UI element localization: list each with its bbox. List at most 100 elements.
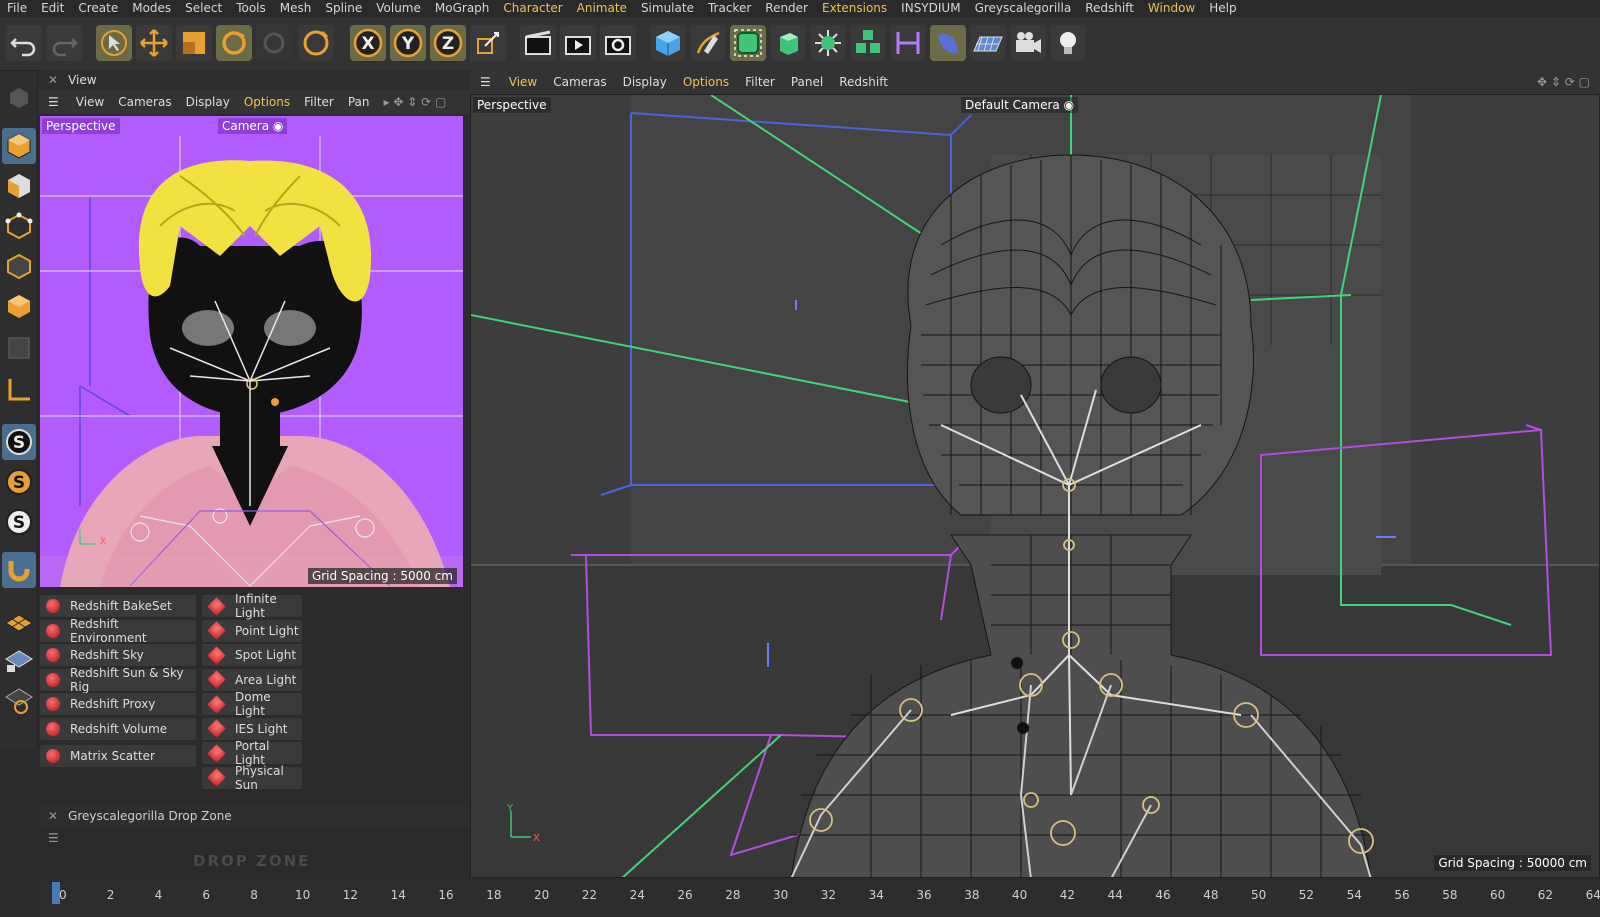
timeline-ruler[interactable]: 0 2 4 6 8 10 12 14 16 18 20 22 24 26 28 30 32 34 36 38 40 42 4… — [38, 880, 1600, 917]
menu-character[interactable]: Character — [496, 1, 569, 16]
menu-insydium[interactable]: INSYDIUM — [894, 1, 967, 16]
menu-create[interactable]: Create — [71, 1, 125, 16]
polygons-mode-button[interactable] — [2, 288, 36, 324]
object-redshift-proxy[interactable]: Redshift Proxy — [40, 693, 196, 715]
close-icon[interactable]: ✕ — [38, 809, 68, 823]
z-axis-button[interactable]: Z — [430, 25, 466, 61]
y-axis-button[interactable]: Y — [390, 25, 426, 61]
menu-window[interactable]: Window — [1141, 1, 1202, 16]
object-matrix-scatter[interactable]: Matrix Scatter — [40, 745, 196, 767]
small-view-menu-pan[interactable]: Pan — [341, 95, 377, 109]
small-view-menu-cameras[interactable]: Cameras — [111, 95, 178, 109]
close-icon[interactable]: ✕ — [38, 73, 68, 87]
axis-mode-button[interactable] — [2, 372, 36, 408]
light-physical-sun[interactable]: Physical Sun — [202, 764, 302, 792]
hamburger-icon[interactable]: ☰ — [48, 831, 59, 845]
locked-workplane-button[interactable] — [2, 642, 36, 678]
main-view-menu-cameras[interactable]: Cameras — [545, 75, 614, 89]
coordinate-system-button[interactable] — [298, 25, 334, 61]
light-button[interactable] — [1050, 25, 1086, 61]
workplane-button[interactable] — [2, 604, 36, 640]
recent-tools-button[interactable] — [256, 25, 292, 61]
menu-spline[interactable]: Spline — [318, 1, 369, 16]
light-area-light[interactable]: Area Light — [202, 668, 302, 691]
floor-button[interactable] — [970, 25, 1006, 61]
snap-settings-button[interactable]: S — [2, 464, 36, 500]
scale-button[interactable] — [176, 25, 212, 61]
dropzone-panel[interactable]: ☰ DROP ZONE — [38, 827, 470, 879]
world-coordinate-button[interactable] — [470, 25, 506, 61]
field-button[interactable] — [930, 25, 966, 61]
object-redshift-volume[interactable]: Redshift Volume — [40, 717, 196, 740]
move-button[interactable] — [136, 25, 172, 61]
magnet-button[interactable] — [2, 552, 36, 588]
menu-help[interactable]: Help — [1202, 1, 1243, 16]
main-view-menu-panel[interactable]: Panel — [783, 75, 831, 89]
menu-select[interactable]: Select — [178, 1, 229, 16]
hamburger-icon[interactable]: ☰ — [38, 95, 69, 109]
hamburger-icon[interactable]: ☰ — [470, 75, 501, 89]
cube-button[interactable] — [650, 25, 686, 61]
main-view-menu-redshift[interactable]: Redshift — [831, 75, 896, 89]
menu-extensions[interactable]: Extensions — [815, 1, 894, 16]
small-view-menu-view[interactable]: View — [69, 95, 111, 109]
planar-workplane-button[interactable] — [2, 682, 36, 718]
menu-render[interactable]: Render — [758, 1, 815, 16]
menu-tools[interactable]: Tools — [229, 1, 273, 16]
main-viewport[interactable]: X Y Perspective Default Camera ◉ Grid Sp… — [470, 94, 1600, 878]
pen-button[interactable] — [690, 25, 726, 61]
menu-modes[interactable]: Modes — [125, 1, 178, 16]
small-viewport-camera[interactable]: Camera ◉ — [218, 118, 288, 134]
light-portal-light[interactable]: Portal Light — [202, 739, 302, 767]
camera-button[interactable] — [1010, 25, 1046, 61]
points-mode-button[interactable] — [2, 208, 36, 244]
menu-edit[interactable]: Edit — [34, 1, 71, 16]
live-selection-button[interactable] — [96, 25, 132, 61]
edges-mode-button[interactable] — [2, 248, 36, 284]
cloner-button[interactable] — [810, 25, 846, 61]
deformer-button[interactable] — [890, 25, 926, 61]
main-viewport-camera[interactable]: Default Camera ◉ — [961, 97, 1079, 113]
light-dome-light[interactable]: Dome Light — [202, 690, 302, 718]
main-view-menu-filter[interactable]: Filter — [737, 75, 783, 89]
menu-redshift[interactable]: Redshift — [1078, 1, 1141, 16]
viewport-nav-icons[interactable]: ▸ ✥ ⇕ ⟳ ▢ — [377, 95, 454, 109]
menu-tracker[interactable]: Tracker — [701, 1, 758, 16]
object-redshift-bakeset[interactable]: Redshift BakeSet — [40, 595, 196, 617]
main-view-menu-options[interactable]: Options — [675, 75, 737, 89]
mograph-cloner-button[interactable] — [850, 25, 886, 61]
uv-mode-button[interactable] — [2, 330, 36, 366]
redo-button[interactable] — [46, 25, 82, 61]
menu-mograph[interactable]: MoGraph — [428, 1, 497, 16]
viewport-nav-icons[interactable]: ✥ ⇕ ⟳ ▢ — [1529, 75, 1600, 89]
quantize-button[interactable]: S — [2, 504, 36, 540]
menu-file[interactable]: File — [0, 1, 34, 16]
render-view-button[interactable] — [520, 25, 556, 61]
main-view-menu-display[interactable]: Display — [615, 75, 675, 89]
small-view-menu-filter[interactable]: Filter — [297, 95, 341, 109]
small-viewport[interactable]: X Perspective Camera ◉ Grid Spacing : 50… — [40, 116, 463, 587]
main-view-menu-view[interactable]: View — [501, 75, 545, 89]
menu-mesh[interactable]: Mesh — [273, 1, 319, 16]
light-ies-light[interactable]: IES Light — [202, 717, 302, 740]
menu-volume[interactable]: Volume — [369, 1, 428, 16]
light-spot-light[interactable]: Spot Light — [202, 644, 302, 666]
x-axis-button[interactable]: X — [350, 25, 386, 61]
main-viewport-projection[interactable]: Perspective — [473, 97, 551, 113]
snap-button[interactable]: S — [2, 424, 36, 460]
light-infinite-light[interactable]: Infinite Light — [202, 592, 302, 620]
small-view-menu-options[interactable]: Options — [237, 95, 297, 109]
object-redshift-environment[interactable]: Redshift Environment — [40, 617, 196, 645]
small-view-menu-display[interactable]: Display — [179, 95, 237, 109]
render-settings-button[interactable] — [600, 25, 636, 61]
undo-button[interactable] — [6, 25, 42, 61]
object-redshift-sun-sky-rig[interactable]: Redshift Sun & Sky Rig — [40, 666, 196, 694]
light-point-light[interactable]: Point Light — [202, 619, 302, 642]
model-mode-button[interactable] — [2, 128, 36, 164]
menu-greyscalegorilla[interactable]: Greyscalegorilla — [968, 1, 1079, 16]
small-viewport-projection[interactable]: Perspective — [42, 118, 120, 134]
make-editable-button[interactable] — [2, 80, 36, 116]
object-redshift-sky[interactable]: Redshift Sky — [40, 644, 196, 666]
extrude-button[interactable] — [770, 25, 806, 61]
menu-simulate[interactable]: Simulate — [634, 1, 701, 16]
